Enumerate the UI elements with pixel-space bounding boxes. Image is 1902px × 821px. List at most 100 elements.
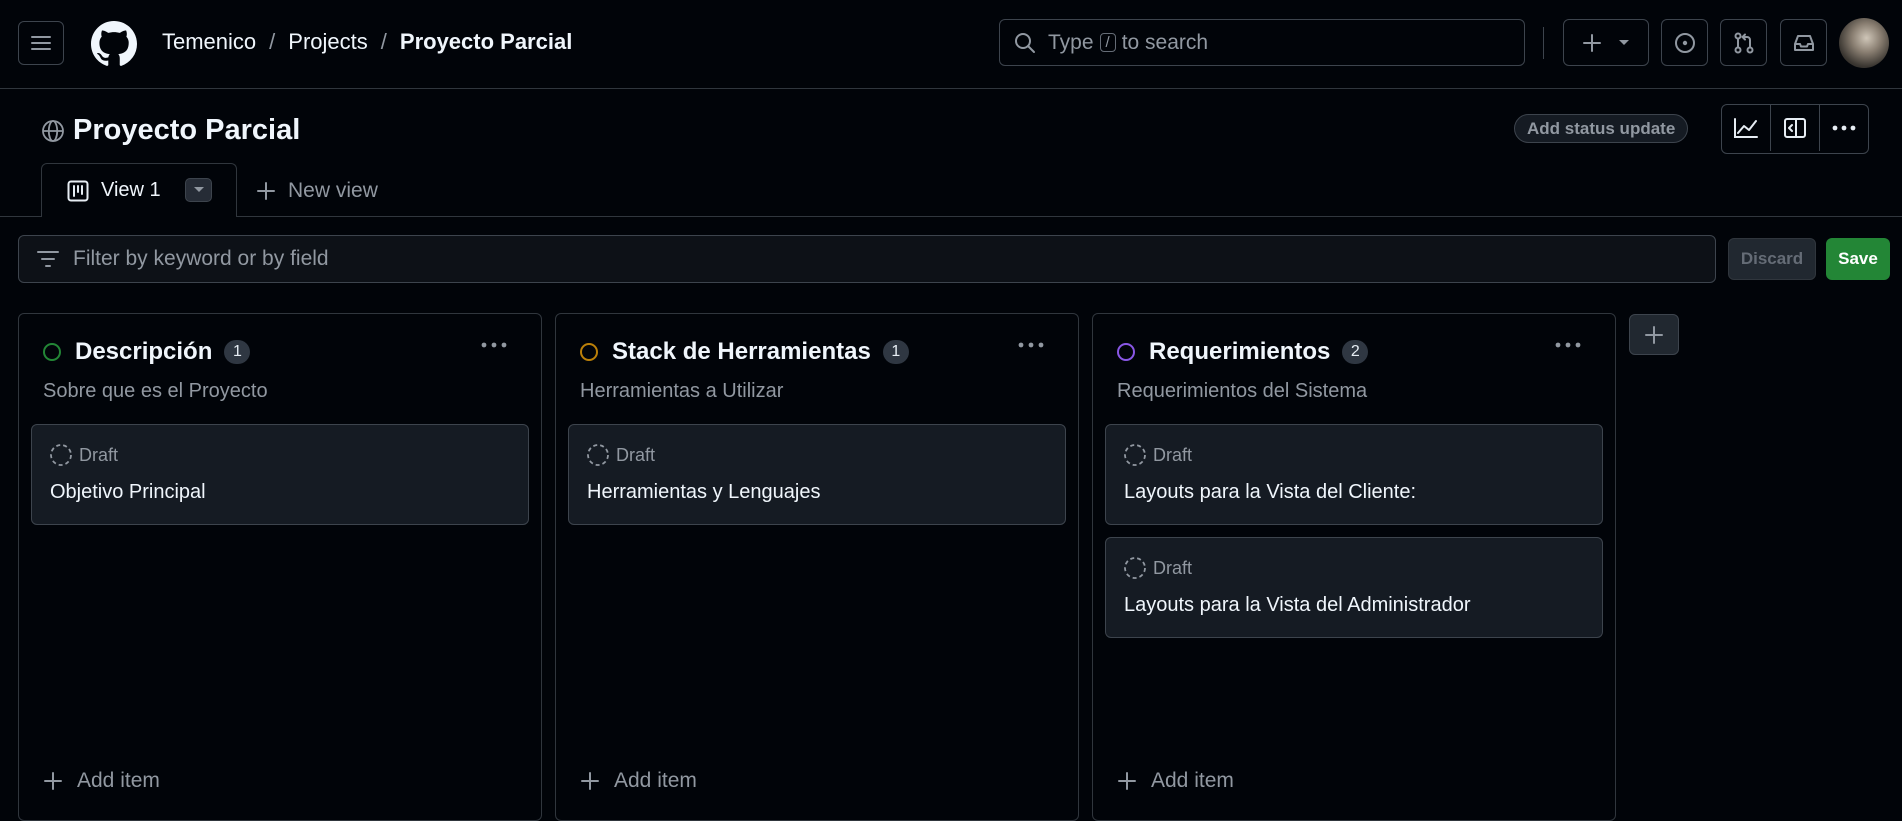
issue-draft-icon (1123, 556, 1147, 580)
add-column-button[interactable] (1629, 314, 1679, 355)
project-details-button[interactable] (1771, 105, 1820, 151)
column-header: Stack de Herramientas 1 (580, 338, 909, 366)
plus-icon (1117, 771, 1137, 791)
add-item-button[interactable]: Add item (580, 769, 697, 793)
draft-card[interactable]: Draft Objetivo Principal (31, 424, 529, 525)
save-button[interactable]: Save (1826, 238, 1890, 280)
filter-icon (37, 250, 59, 268)
plus-icon (1644, 325, 1664, 345)
search-icon (1014, 32, 1036, 54)
column-description: Requerimientos del Sistema (1117, 380, 1368, 402)
board-column-requerimientos: Requerimientos 2 Requerimientos del Sist… (1092, 313, 1616, 821)
column-count-badge: 2 (1342, 340, 1369, 364)
draft-label: Draft (1153, 444, 1193, 465)
draft-status: Draft (586, 443, 655, 467)
column-count-badge: 1 (882, 340, 909, 364)
column-count-badge: 1 (224, 340, 251, 364)
view-options-button[interactable] (185, 178, 212, 202)
plus-icon (256, 181, 276, 201)
kebab-horizontal-icon (1832, 125, 1856, 131)
graph-icon (1733, 117, 1759, 139)
breadcrumb: Temenico / Projects / Proyecto Parcial (162, 29, 572, 55)
tabs-divider (0, 216, 1902, 217)
plus-icon (580, 771, 600, 791)
board-column-stack-de-herramientas: Stack de Herramientas 1 Herramientas a U… (555, 313, 1079, 821)
column-title: Requerimientos (1149, 338, 1331, 365)
github-logo-icon[interactable] (91, 21, 137, 67)
project-board-icon (67, 180, 89, 202)
draft-status: Draft (1123, 443, 1192, 467)
page-title: Proyecto Parcial (73, 114, 301, 146)
user-avatar[interactable] (1839, 18, 1889, 68)
draft-status: Draft (1123, 556, 1192, 580)
breadcrumb-separator: / (269, 29, 276, 54)
menu-button[interactable] (18, 21, 64, 65)
add-item-label: Add item (1151, 769, 1234, 792)
hamburger-icon (31, 35, 51, 51)
draft-card[interactable]: Draft Layouts para la Vista del Cliente: (1105, 424, 1603, 525)
plus-icon (43, 771, 63, 791)
column-more-button[interactable] (1555, 342, 1581, 348)
status-circle-icon (43, 343, 61, 361)
filter-placeholder: Filter by keyword or by field (73, 247, 329, 270)
card-title[interactable]: Layouts para la Vista del Cliente: (1124, 481, 1416, 504)
global-header: Temenico / Projects / Proyecto Parcial T… (0, 0, 1902, 89)
tab-label: View 1 (101, 179, 161, 201)
column-description: Sobre que es el Proyecto (43, 380, 268, 402)
search-placeholder-prefix: Type (1048, 30, 1094, 54)
draft-label: Draft (1153, 557, 1193, 578)
breadcrumb-owner[interactable]: Temenico (162, 29, 256, 55)
create-new-button[interactable] (1563, 19, 1649, 66)
filter-input[interactable]: Filter by keyword or by field (18, 235, 1716, 283)
add-status-update-button[interactable]: Add status update (1514, 114, 1689, 143)
search-shortcut-key: / (1099, 33, 1116, 52)
column-title: Descripción (75, 338, 213, 365)
add-item-button[interactable]: Add item (1117, 769, 1234, 793)
draft-card[interactable]: Draft Herramientas y Lenguajes (568, 424, 1066, 525)
insights-button[interactable] (1722, 105, 1771, 151)
status-circle-icon (1117, 343, 1135, 361)
draft-label: Draft (616, 444, 656, 465)
issue-opened-icon (1674, 32, 1696, 54)
column-more-button[interactable] (1018, 342, 1044, 348)
search-input[interactable]: Type / to search (999, 19, 1525, 66)
plus-icon (1582, 33, 1602, 53)
column-title: Stack de Herramientas (612, 338, 871, 365)
breadcrumb-projects[interactable]: Projects (288, 29, 367, 55)
discard-button[interactable]: Discard (1728, 238, 1816, 280)
pull-requests-button[interactable] (1720, 19, 1767, 66)
project-title-bar: Proyecto Parcial (41, 114, 300, 147)
card-title[interactable]: Layouts para la Vista del Administrador (1124, 594, 1471, 617)
search-placeholder-suffix: to search (1121, 30, 1209, 54)
git-pull-request-icon (1733, 32, 1755, 54)
add-item-label: Add item (77, 769, 160, 792)
draft-status: Draft (49, 443, 118, 467)
breadcrumb-project[interactable]: Proyecto Parcial (400, 29, 572, 55)
issue-draft-icon (49, 443, 73, 467)
triangle-down-icon (193, 186, 205, 194)
add-item-label: Add item (614, 769, 697, 792)
status-circle-icon (580, 343, 598, 361)
add-item-button[interactable]: Add item (43, 769, 160, 793)
column-header: Descripción 1 (43, 338, 251, 366)
inbox-button[interactable] (1780, 19, 1827, 66)
card-title[interactable]: Herramientas y Lenguajes (587, 481, 820, 504)
sidebar-expand-icon (1783, 117, 1807, 139)
triangle-down-icon (1618, 39, 1630, 47)
new-view-label: New view (288, 179, 378, 202)
globe-icon (41, 119, 65, 143)
issue-draft-icon (1123, 443, 1147, 467)
board-column-descripcion: Descripción 1 Sobre que es el Proyecto D… (18, 313, 542, 821)
header-divider (1543, 27, 1544, 59)
column-header: Requerimientos 2 (1117, 338, 1369, 366)
project-actions-group (1721, 104, 1869, 154)
project-more-button[interactable] (1820, 105, 1868, 151)
breadcrumb-separator: / (380, 29, 387, 54)
draft-label: Draft (79, 444, 119, 465)
card-title[interactable]: Objetivo Principal (50, 481, 206, 504)
issues-button[interactable] (1661, 19, 1708, 66)
new-view-button[interactable]: New view (256, 179, 378, 203)
column-more-button[interactable] (481, 342, 507, 348)
column-description: Herramientas a Utilizar (580, 380, 784, 402)
draft-card[interactable]: Draft Layouts para la Vista del Administ… (1105, 537, 1603, 638)
